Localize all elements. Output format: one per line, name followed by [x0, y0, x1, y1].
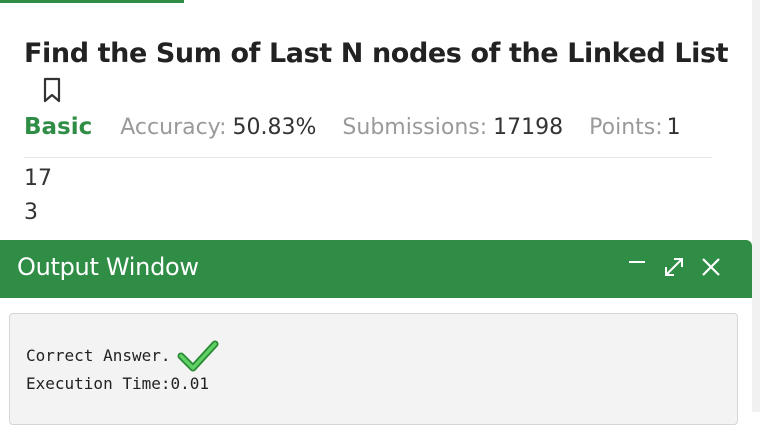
result-text: Correct Answer.: [26, 345, 171, 365]
problem-title: Find the Sum of Last N nodes of the Link…: [24, 38, 729, 69]
top-progress-bar: [0, 0, 184, 3]
difficulty-badge: Basic: [24, 114, 93, 140]
output-window-header: Output Window: [0, 240, 752, 298]
accuracy-label: Accuracy:: [120, 115, 227, 140]
points-value: 1: [666, 115, 681, 140]
minimize-icon[interactable]: [624, 254, 650, 280]
custom-input: 17 3: [24, 162, 52, 230]
problem-meta: Basic Accuracy: 50.83% Submissions: 1719…: [24, 114, 681, 140]
submissions-label: Submissions:: [342, 115, 488, 140]
submissions-value: 17198: [493, 115, 564, 140]
bookmark-icon[interactable]: [40, 76, 64, 104]
input-line: 3: [24, 200, 38, 225]
output-window-title: Output Window: [17, 253, 199, 281]
close-icon[interactable]: [698, 254, 724, 280]
check-icon: [177, 340, 218, 372]
divider: [24, 157, 712, 158]
result-status: Correct Answer.: [26, 338, 219, 372]
input-line: 17: [24, 166, 52, 191]
expand-icon[interactable]: [661, 254, 687, 280]
output-window-body: Correct Answer. Execution Time:0.01: [9, 313, 738, 425]
scrollbar[interactable]: [752, 0, 760, 412]
points-label: Points:: [589, 115, 663, 140]
accuracy-value: 50.83%: [232, 115, 317, 140]
execution-time: Execution Time:0.01: [26, 374, 210, 393]
